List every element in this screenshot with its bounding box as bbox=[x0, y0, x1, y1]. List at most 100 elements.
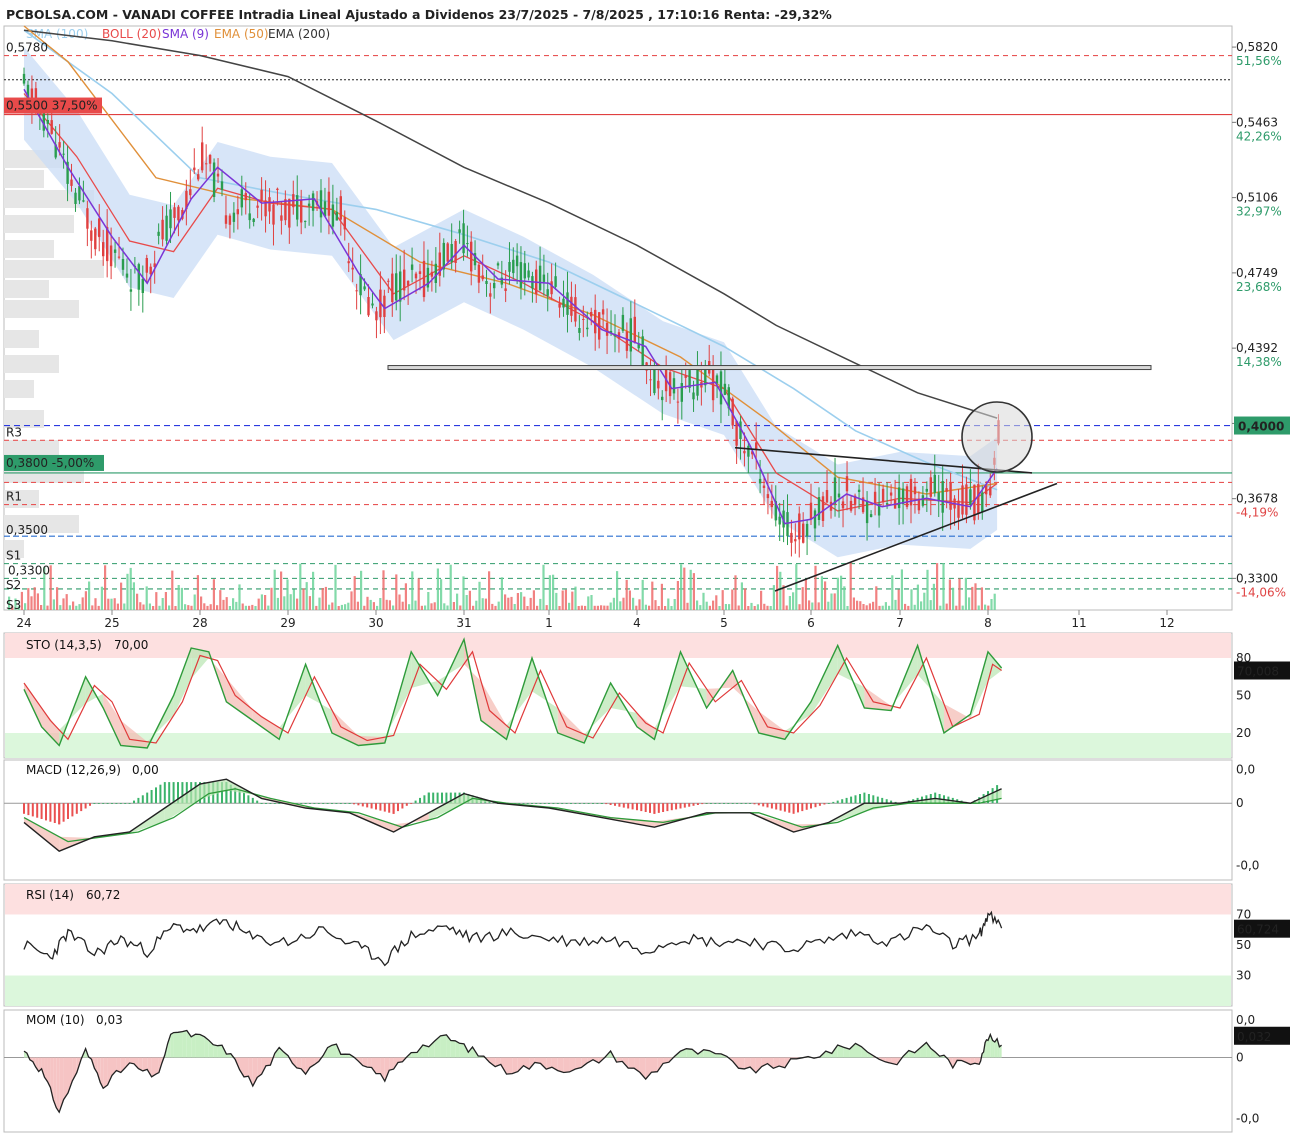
volume-bar bbox=[856, 600, 859, 610]
macd-histogram-bar bbox=[679, 803, 682, 809]
candle-body bbox=[240, 189, 243, 208]
indicator-legend: SMA (100) BOLL (20) SMA (9) EMA (50) EMA (20… bbox=[26, 27, 330, 41]
volume-bar bbox=[318, 597, 321, 610]
volume-bar bbox=[59, 605, 62, 610]
macd-histogram-bar bbox=[375, 803, 377, 810]
macd-histogram-bar bbox=[150, 790, 153, 804]
macd-histogram-bar bbox=[146, 792, 149, 804]
candle-body bbox=[981, 492, 984, 512]
macd-histogram-bar bbox=[370, 803, 373, 809]
price-tick-percent: -14,06% bbox=[1236, 585, 1286, 599]
candle-body bbox=[102, 242, 105, 257]
macd-histogram-bar bbox=[570, 803, 572, 804]
candle-body bbox=[621, 314, 625, 331]
candle-body bbox=[542, 274, 546, 282]
macd-histogram-bar bbox=[810, 803, 812, 809]
macd-histogram-bar bbox=[124, 803, 127, 804]
volume-bar bbox=[88, 581, 91, 610]
volume-bar bbox=[500, 577, 503, 610]
rsi-tick-label: 30 bbox=[1236, 969, 1251, 983]
candle-body bbox=[672, 378, 676, 394]
volume-bar bbox=[219, 590, 222, 610]
volume-bar bbox=[984, 604, 987, 610]
candle-body bbox=[228, 215, 232, 225]
candle-body bbox=[205, 163, 208, 165]
macd-histogram-bar bbox=[636, 803, 638, 811]
volume-bar bbox=[248, 605, 251, 610]
volume-bar bbox=[673, 599, 676, 610]
current-price-label: 0,4000 bbox=[1238, 420, 1284, 434]
volume-bar bbox=[833, 593, 836, 610]
mom-fill bbox=[651, 1057, 658, 1073]
candle-body bbox=[351, 267, 354, 270]
macd-histogram-bar bbox=[273, 803, 276, 804]
candle-body bbox=[809, 502, 813, 520]
macd-histogram-bar bbox=[427, 792, 430, 804]
volume-bar bbox=[539, 598, 542, 610]
candle-body bbox=[50, 120, 53, 134]
volume-bar bbox=[347, 602, 350, 610]
macd-histogram-bar bbox=[344, 803, 347, 804]
volume-bar bbox=[209, 604, 212, 610]
stoch-title: STO (14,3,5) bbox=[26, 638, 102, 652]
volume-bar bbox=[171, 570, 174, 610]
volume-bar bbox=[696, 600, 699, 610]
volume-bar bbox=[120, 582, 123, 610]
volume-bar bbox=[836, 577, 839, 610]
volume-bar bbox=[356, 601, 359, 610]
level-label: R1 bbox=[6, 490, 22, 504]
volume-bar bbox=[552, 574, 555, 610]
volume-bar bbox=[968, 597, 971, 610]
macd-histogram-bar bbox=[814, 803, 817, 808]
macd-histogram-bar bbox=[383, 803, 386, 812]
volume-bar bbox=[974, 583, 977, 610]
volume-bar bbox=[964, 577, 967, 610]
mom-value-label: 0,032 bbox=[1237, 1030, 1271, 1044]
volume-bar bbox=[577, 606, 580, 610]
volume-bar bbox=[977, 605, 980, 610]
volume-bar bbox=[443, 603, 446, 610]
mom-fill bbox=[686, 1048, 693, 1058]
macd-histogram-bar bbox=[106, 803, 109, 804]
volume-bar bbox=[734, 575, 737, 610]
volume-bar bbox=[395, 574, 398, 610]
volume-bar bbox=[420, 605, 423, 610]
macd-value-text: 0,00 bbox=[132, 763, 159, 777]
candle-body bbox=[335, 211, 338, 221]
candle-body bbox=[897, 487, 901, 509]
candle-body bbox=[375, 311, 378, 321]
volume-bar bbox=[763, 603, 766, 610]
macd-histogram-bar bbox=[587, 803, 590, 804]
volume-bar bbox=[769, 606, 772, 610]
level-label: S2 bbox=[6, 578, 21, 592]
volume-bar bbox=[424, 605, 427, 610]
macd-histogram-bar bbox=[552, 803, 555, 804]
volume-bar bbox=[820, 576, 823, 610]
volume-bar bbox=[238, 584, 241, 610]
macd-histogram-bar bbox=[62, 803, 65, 822]
candle-body bbox=[70, 179, 73, 186]
volume-bar bbox=[904, 603, 907, 610]
volume-bar bbox=[603, 605, 606, 610]
volume-bar bbox=[849, 561, 852, 610]
volume-bar bbox=[190, 605, 193, 610]
candle-body bbox=[403, 269, 406, 291]
volume-bar bbox=[779, 571, 782, 610]
volume-bar bbox=[78, 604, 81, 610]
candle-body bbox=[470, 241, 473, 272]
candle-body bbox=[141, 278, 144, 293]
volume-bar bbox=[344, 604, 347, 610]
volume-bar bbox=[846, 606, 849, 610]
candle-body bbox=[252, 218, 255, 222]
mom-fill bbox=[628, 1057, 635, 1069]
macd-histogram-bar bbox=[718, 803, 721, 804]
volume-bar bbox=[747, 606, 750, 610]
volume-bar bbox=[408, 604, 411, 610]
volume-profile-bar bbox=[4, 280, 49, 298]
candle-body bbox=[546, 289, 549, 296]
macd-histogram-bar bbox=[49, 803, 52, 822]
candle-body bbox=[770, 500, 773, 508]
price-tick-percent: 23,68% bbox=[1236, 280, 1282, 294]
volume-bar bbox=[852, 597, 855, 610]
macd-histogram-bar bbox=[683, 803, 686, 808]
